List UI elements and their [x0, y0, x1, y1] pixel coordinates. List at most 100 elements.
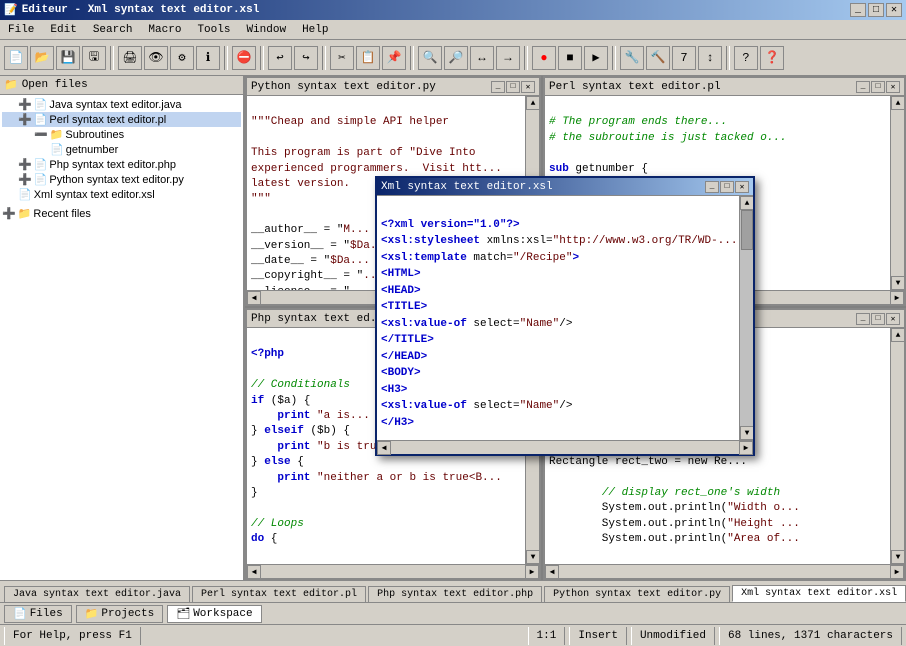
menu-help[interactable]: Help	[298, 22, 332, 38]
save-button[interactable]: 💾	[56, 46, 80, 70]
files-button[interactable]: 📄 Files	[4, 605, 72, 623]
tree-perl[interactable]: ➕ 📄 Perl syntax text editor.pl	[2, 112, 241, 127]
menu-macro[interactable]: Macro	[144, 22, 185, 38]
perl-scroll-right[interactable]: ▶	[890, 291, 904, 305]
menu-window[interactable]: Window	[242, 22, 290, 38]
xml-close[interactable]: ✕	[735, 181, 749, 193]
python-scroll-left[interactable]: ◀	[247, 291, 261, 305]
xml-title-bar[interactable]: Xml syntax text editor.xsl _ □ ✕	[377, 178, 753, 196]
expand-icon-py: ➕	[18, 173, 32, 186]
java-scroll-up[interactable]: ▲	[891, 328, 904, 342]
python-title-bar[interactable]: Python syntax text editor.py _ □ ✕	[247, 78, 539, 96]
xml-maximize[interactable]: □	[720, 181, 734, 193]
perl-minimize[interactable]: _	[856, 81, 870, 93]
maximize-button[interactable]: □	[868, 3, 884, 17]
perl-scroll-up[interactable]: ▲	[891, 96, 904, 110]
help-text: For Help, press F1	[13, 630, 132, 642]
java-scroll-left[interactable]: ◀	[545, 565, 559, 579]
undo-button[interactable]: ↩	[268, 46, 292, 70]
new-button[interactable]: 📄	[4, 46, 28, 70]
php-scroll-right[interactable]: ▶	[525, 565, 539, 579]
tab-java[interactable]: Java syntax text editor.java	[4, 586, 190, 602]
print-button[interactable]: 🖨	[118, 46, 142, 70]
tree-recent[interactable]: ➕ 📁 Recent files	[2, 206, 241, 221]
perl-close[interactable]: ✕	[886, 81, 900, 93]
php-htrack	[261, 565, 525, 578]
cut-button[interactable]: ✂	[330, 46, 354, 70]
stop-record-button[interactable]: ■	[558, 46, 582, 70]
java-hscroll: ◀ ▶	[545, 564, 904, 578]
bottom-panel: 📄 Files 📁 Projects 🗂 Workspace	[0, 602, 906, 624]
xml-content[interactable]: <?xml version="1.0"?> <xsl:stylesheet xm…	[377, 196, 739, 440]
projects-button[interactable]: 📁 Projects	[76, 605, 164, 623]
tab-perl[interactable]: Perl syntax text editor.pl	[192, 586, 366, 602]
tools-3-button[interactable]: 7	[672, 46, 696, 70]
find-button[interactable]: 🔍	[418, 46, 442, 70]
record-button[interactable]: ●	[532, 46, 556, 70]
php-scroll-down[interactable]: ▼	[526, 550, 539, 564]
tab-python[interactable]: Python syntax text editor.py	[544, 586, 730, 602]
toolbar-sep-7	[612, 46, 616, 70]
php-scroll-left[interactable]: ◀	[247, 565, 261, 579]
save-all-button[interactable]: 🖫	[82, 46, 106, 70]
perl-title-bar[interactable]: Perl syntax text editor.pl _ □ ✕	[545, 78, 904, 96]
xml-scroll-right[interactable]: ▶	[739, 441, 753, 455]
replace-button[interactable]: ↔	[470, 46, 494, 70]
stop-button[interactable]: ⛔	[232, 46, 256, 70]
minimize-button[interactable]: _	[850, 3, 866, 17]
python-close[interactable]: ✕	[521, 81, 535, 93]
java-maximize[interactable]: □	[871, 313, 885, 325]
xml-scroll-down[interactable]: ▼	[740, 426, 753, 440]
tab-php[interactable]: Php syntax text editor.php	[368, 586, 542, 602]
tree-getnumber[interactable]: 📄 getnumber	[2, 142, 241, 157]
toolbar-sep-1	[110, 46, 114, 70]
paste-button[interactable]: 📌	[382, 46, 406, 70]
close-button[interactable]: ✕	[886, 3, 902, 17]
tree-xml[interactable]: 📄 Xml syntax text editor.xsl	[2, 187, 241, 202]
perl-scroll-down[interactable]: ▼	[891, 276, 904, 290]
title-bar-left: 📝 Editeur - Xml syntax text editor.xsl	[4, 3, 259, 17]
info-button[interactable]: ℹ	[196, 46, 220, 70]
python-minimize[interactable]: _	[491, 81, 505, 93]
tab-bar: Java syntax text editor.java Perl syntax…	[0, 580, 906, 602]
properties-button[interactable]: ⚙	[170, 46, 194, 70]
goto-button[interactable]: →	[496, 46, 520, 70]
editor-area: Python syntax text editor.py _ □ ✕ """Ch…	[245, 76, 906, 580]
copy-button[interactable]: 📋	[356, 46, 380, 70]
java-scroll-down[interactable]: ▼	[891, 550, 904, 564]
menu-search[interactable]: Search	[89, 22, 137, 38]
tab-xml[interactable]: Xml syntax text editor.xsl	[732, 585, 906, 602]
play-button[interactable]: ▶	[584, 46, 608, 70]
tree-php[interactable]: ➕ 📄 Php syntax text editor.php	[2, 157, 241, 172]
xml-scroll-up[interactable]: ▲	[740, 196, 753, 210]
python-maximize[interactable]: □	[506, 81, 520, 93]
files-icon: 📄	[13, 607, 27, 621]
perl-maximize[interactable]: □	[871, 81, 885, 93]
menu-tools[interactable]: Tools	[193, 22, 234, 38]
help-button[interactable]: ?	[734, 46, 758, 70]
tools-2-button[interactable]: 🔨	[646, 46, 670, 70]
open-button[interactable]: 📂	[30, 46, 54, 70]
tree-subroutines[interactable]: ➖ 📁 Subroutines	[2, 127, 241, 142]
java-minimize[interactable]: _	[856, 313, 870, 325]
menu-file[interactable]: File	[4, 22, 38, 38]
java-scroll-right[interactable]: ▶	[890, 565, 904, 579]
tree-java[interactable]: ➕ 📄 Java syntax text editor.java	[2, 97, 241, 112]
projects-icon: 📁	[85, 607, 99, 621]
xml-scroll-left[interactable]: ◀	[377, 441, 391, 455]
redo-button[interactable]: ↪	[294, 46, 318, 70]
find-next-button[interactable]: 🔎	[444, 46, 468, 70]
xml-minimize[interactable]: _	[705, 181, 719, 193]
python-scroll-up[interactable]: ▲	[526, 96, 539, 110]
workspace-button[interactable]: 🗂 Workspace	[167, 605, 261, 623]
tools-4-button[interactable]: ↕	[698, 46, 722, 70]
menu-edit[interactable]: Edit	[46, 22, 80, 38]
about-button[interactable]: ❓	[760, 46, 784, 70]
tree-python[interactable]: ➕ 📄 Python syntax text editor.py	[2, 172, 241, 187]
preview-button[interactable]: 👁	[144, 46, 168, 70]
xml-editor-window: Xml syntax text editor.xsl _ □ ✕ <?xml v…	[375, 176, 755, 456]
tools-1-button[interactable]: 🔧	[620, 46, 644, 70]
java-close[interactable]: ✕	[886, 313, 900, 325]
xml-scroll-thumb[interactable]	[741, 210, 753, 250]
title-bar: 📝 Editeur - Xml syntax text editor.xsl _…	[0, 0, 906, 20]
